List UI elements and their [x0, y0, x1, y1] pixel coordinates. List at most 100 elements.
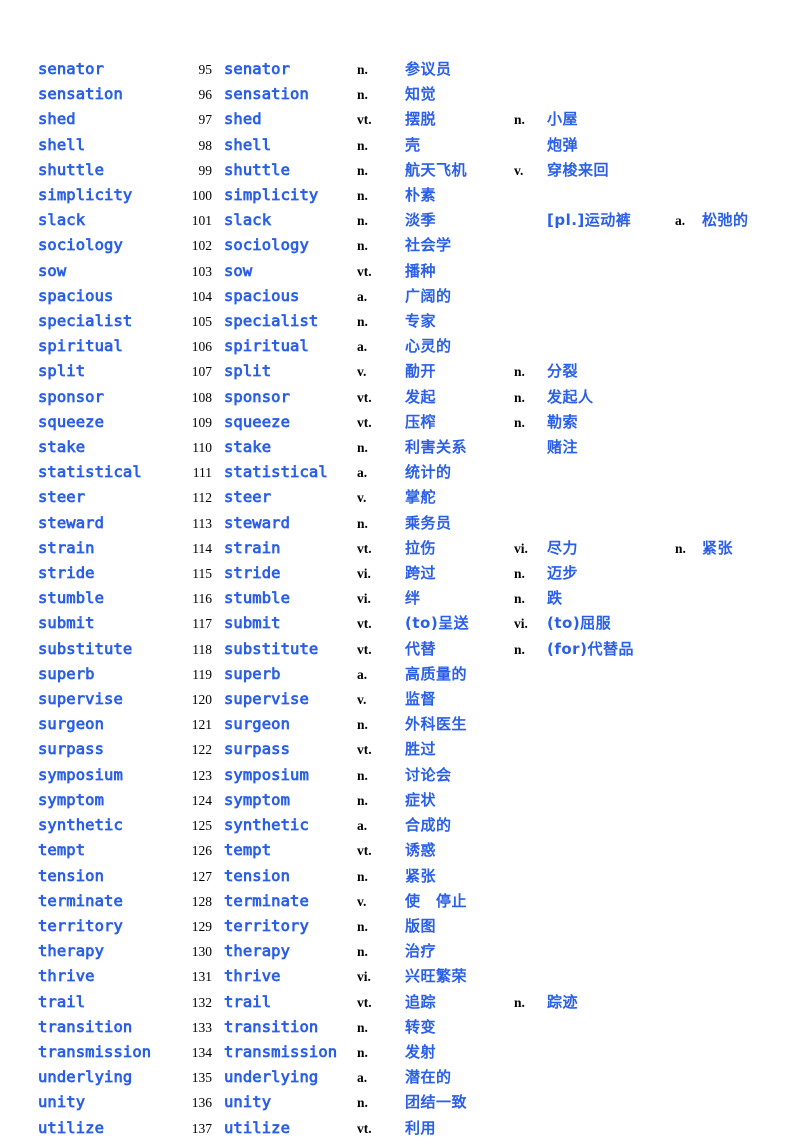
word-english-left: symposium: [38, 765, 124, 784]
definition-chinese-primary: 摆脱: [405, 110, 437, 129]
part-of-speech-tertiary: [675, 485, 702, 510]
vocabulary-row: stake 110 stake n. 利害关系 赌注: [0, 435, 794, 460]
word-english-left: unity: [38, 1093, 86, 1112]
definition-chinese-primary: 兴旺繁荣: [405, 967, 468, 986]
part-of-speech-tertiary: [675, 309, 702, 334]
definition-chinese-secondary: [547, 864, 675, 889]
word-index-number: 112: [192, 490, 212, 506]
vocabulary-row: transition 133 transition n. 转变: [0, 1015, 794, 1040]
definition-chinese-primary: 利用: [405, 1118, 437, 1137]
word-english-left: split: [38, 362, 86, 381]
vocabulary-row: trail 132 trail vt. 追踪 n. 踪迹: [0, 990, 794, 1015]
word-english-right: sensation: [224, 85, 310, 104]
part-of-speech-tertiary: [675, 788, 702, 813]
definition-chinese-tertiary: [702, 82, 794, 107]
vocabulary-row: shed 97 shed vt. 摆脱 n. 小屋: [0, 107, 794, 132]
definition-chinese-tertiary: [702, 233, 794, 258]
part-of-speech-secondary: [514, 763, 547, 788]
word-index-number: 124: [191, 792, 212, 808]
part-of-speech-secondary: [514, 712, 547, 737]
definition-chinese-tertiary: [702, 107, 794, 132]
part-of-speech-primary: n.: [357, 717, 368, 733]
part-of-speech-tertiary: [675, 1040, 702, 1065]
part-of-speech-secondary: vi.: [514, 540, 528, 556]
word-index-number: 110: [192, 440, 212, 456]
word-english-right: simplicity: [224, 186, 319, 205]
part-of-speech-primary: n.: [357, 62, 368, 77]
part-of-speech-tertiary: [675, 864, 702, 889]
part-of-speech-secondary: v.: [514, 162, 524, 178]
word-index-number: 132: [191, 994, 212, 1010]
vocabulary-row: supervise 120 supervise v. 监督: [0, 687, 794, 712]
part-of-speech-primary: n.: [357, 1019, 368, 1035]
definition-chinese-secondary: [547, 259, 675, 284]
part-of-speech-tertiary: [675, 964, 702, 989]
part-of-speech-primary: n.: [357, 137, 368, 153]
part-of-speech-tertiary: [675, 57, 702, 82]
part-of-speech-tertiary: [675, 133, 702, 158]
definition-chinese-secondary: [547, 460, 675, 485]
word-english-right: sociology: [224, 236, 310, 255]
part-of-speech-secondary: [514, 309, 547, 334]
definition-chinese-secondary: (for)代替品: [547, 639, 634, 658]
word-english-right: steward: [224, 513, 291, 532]
part-of-speech-tertiary: [675, 385, 702, 410]
part-of-speech-secondary: n.: [514, 641, 525, 657]
definition-chinese-tertiary: [702, 990, 794, 1015]
definition-chinese-secondary: [547, 233, 675, 258]
part-of-speech-primary: a.: [357, 1070, 368, 1086]
definition-chinese-secondary: 穿梭来回: [547, 160, 610, 179]
part-of-speech-secondary: [514, 208, 547, 233]
word-index-number: 134: [191, 1044, 212, 1060]
part-of-speech-secondary: [514, 334, 547, 359]
definition-chinese-primary: 掌舵: [405, 488, 437, 507]
part-of-speech-primary: n.: [357, 314, 368, 330]
word-english-left: squeeze: [38, 412, 105, 431]
definition-chinese-primary: 追踪: [405, 992, 437, 1011]
definition-chinese-tertiary: [702, 611, 794, 636]
word-english-right: stake: [224, 438, 272, 457]
part-of-speech-secondary: n.: [514, 389, 525, 405]
part-of-speech-tertiary: [675, 460, 702, 485]
definition-chinese-secondary: [547, 1065, 675, 1090]
definition-chinese-primary: 使 停止: [405, 891, 468, 910]
part-of-speech-primary: vt.: [357, 540, 372, 556]
part-of-speech-secondary: n.: [514, 566, 525, 582]
definition-chinese-primary: 外科医生: [405, 715, 468, 734]
word-english-left: therapy: [38, 942, 105, 961]
word-english-left: synthetic: [38, 816, 124, 835]
part-of-speech-primary: vi.: [357, 591, 371, 607]
vocabulary-row: specialist 105 specialist n. 专家: [0, 309, 794, 334]
word-english-right: tempt: [224, 841, 272, 860]
part-of-speech-secondary: [514, 838, 547, 863]
word-english-right: stride: [224, 564, 281, 583]
vocabulary-row: transmission 134 transmission n. 发射: [0, 1040, 794, 1065]
word-index-number: 122: [191, 742, 212, 758]
definition-chinese-primary: 勈开: [405, 362, 437, 381]
definition-chinese-primary: 合成的: [405, 816, 452, 835]
part-of-speech-tertiary: [675, 1015, 702, 1040]
definition-chinese-secondary: 跌: [547, 589, 563, 608]
part-of-speech-primary: n.: [357, 87, 368, 103]
vocabulary-row: stride 115 stride vi. 跨过 n. 迈步: [0, 561, 794, 586]
part-of-speech-secondary: [514, 57, 547, 82]
word-index-number: 103: [191, 263, 212, 279]
word-index-number: 104: [191, 288, 212, 304]
word-english-left: transmission: [38, 1042, 152, 1062]
part-of-speech-primary: v.: [357, 893, 367, 909]
word-index-number: 115: [192, 566, 212, 582]
definition-chinese-primary: 专家: [405, 312, 437, 331]
vocabulary-table-body: senator 95 senator n. 参议员 sensation 96 sensatio…: [0, 57, 794, 1141]
word-index-number: 128: [191, 893, 212, 909]
part-of-speech-secondary: vi.: [514, 616, 528, 632]
vocabulary-row: unity 136 unity n. 团结一致: [0, 1090, 794, 1115]
word-index-number: 126: [191, 843, 212, 859]
word-english-right: synthetic: [224, 816, 310, 835]
word-english-left: steer: [38, 488, 86, 507]
word-index-number: 96: [198, 87, 213, 103]
vocabulary-row: statistical 111 statistical a. 统计的: [0, 460, 794, 485]
word-index-number: 127: [191, 868, 212, 884]
part-of-speech-secondary: [514, 435, 547, 460]
vocabulary-row: steer 112 steer v. 掌舵: [0, 485, 794, 510]
definition-chinese-secondary: [547, 1015, 675, 1040]
